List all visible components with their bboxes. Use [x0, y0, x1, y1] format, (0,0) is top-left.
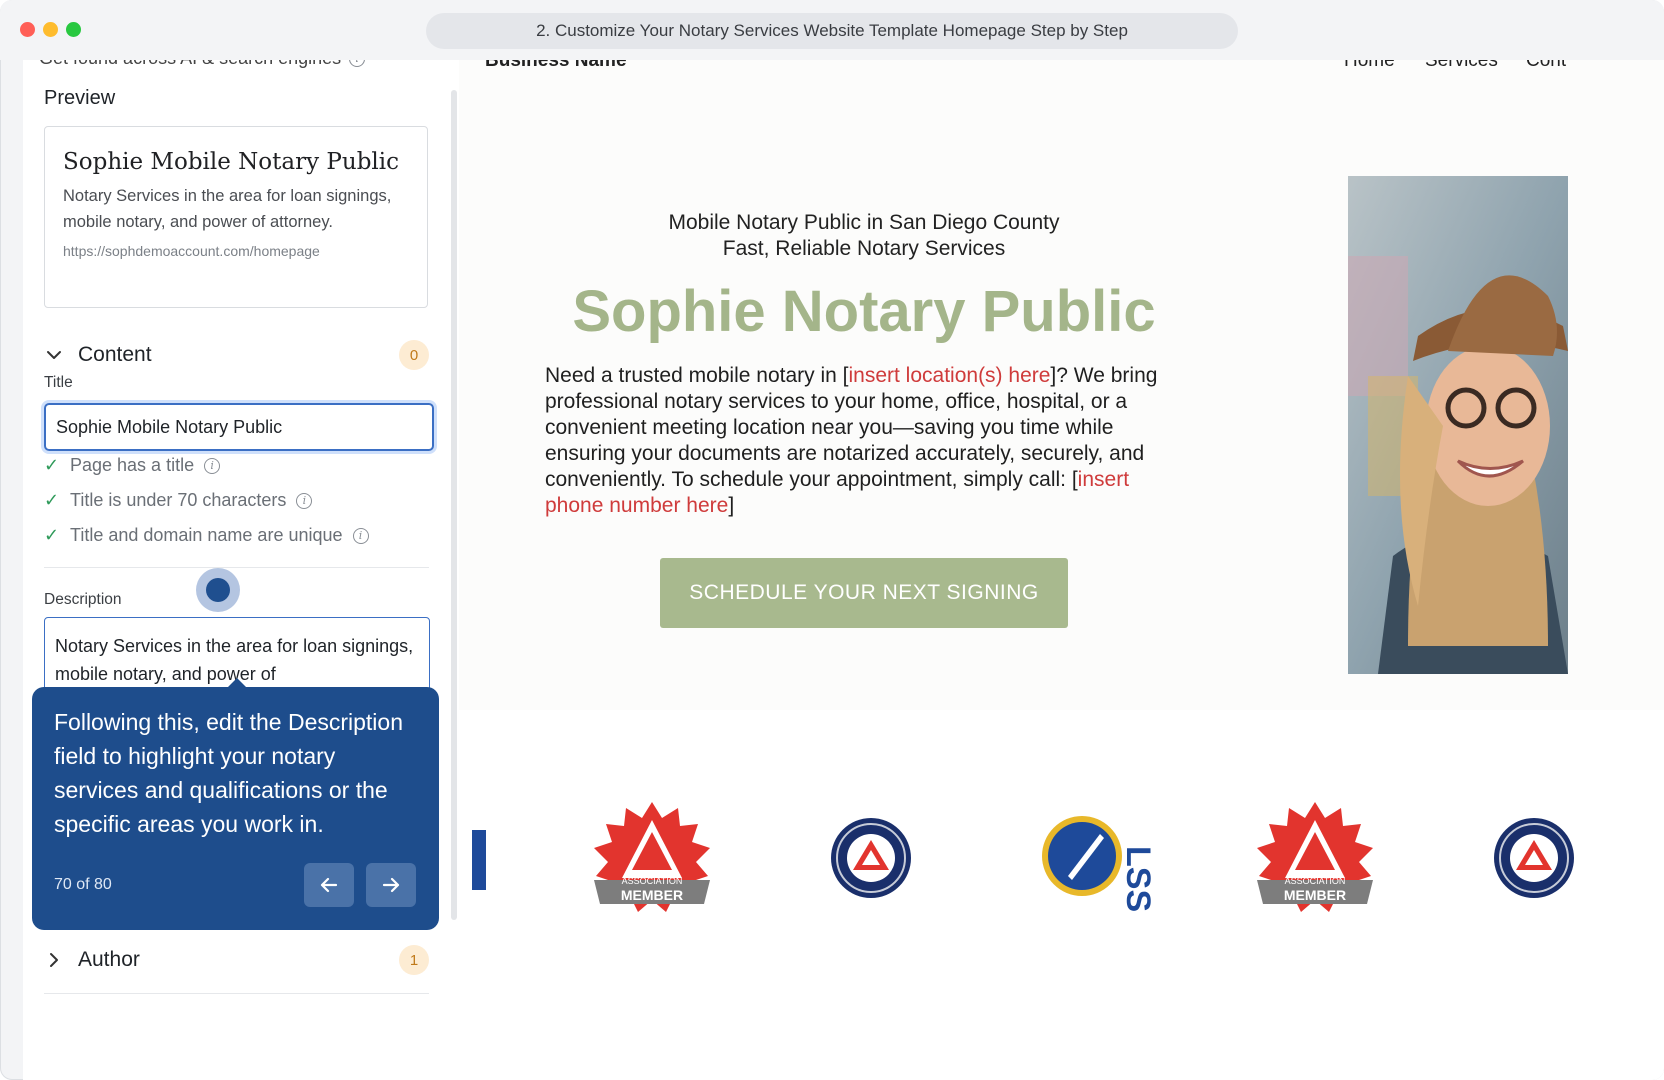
content-issue-badge: 0 — [399, 340, 429, 370]
checkmark-icon: ✓ — [44, 490, 60, 510]
logo-strip: ASSOCIATION MEMBER LSS ASSOCIATION MEMBE… — [472, 802, 1574, 912]
check-label: Title is under 70 characters — [70, 490, 287, 510]
arrow-left-icon — [320, 877, 338, 893]
check-title-unique: ✓ Title and domain name are unique i — [44, 525, 369, 546]
author-section-toggle[interactable]: Author 1 — [44, 940, 429, 980]
section-divider — [44, 567, 429, 568]
title-input[interactable]: Sophie Mobile Notary Public — [44, 403, 434, 451]
app-window: 2. Customize Your Notary Services Websit… — [0, 0, 1664, 1080]
previous-step-button[interactable] — [304, 863, 354, 907]
nav-services[interactable]: Services — [1425, 60, 1498, 72]
portrait-illustration — [1348, 176, 1568, 674]
schedule-signing-button[interactable]: SCHEDULE YOUR NEXT SIGNING — [660, 558, 1068, 628]
certified-signing-agent-icon — [831, 818, 911, 898]
nav-brand[interactable]: Business Name — [485, 60, 627, 72]
preview-url: https://sophdemoaccount.com/homepage — [63, 243, 320, 259]
title-bar: 2. Customize Your Notary Services Websit… — [0, 0, 1664, 60]
check-label: Page has a title — [70, 455, 195, 475]
nna-assoc-text: ASSOCIATION — [1285, 876, 1346, 886]
nna-member-text: MEMBER — [621, 887, 683, 903]
seo-heading-text: Get found across AI & search engines — [39, 60, 341, 69]
chevron-down-icon — [47, 351, 61, 359]
tooltip-text: Following this, edit the Description fie… — [54, 709, 403, 837]
nna-member-text: MEMBER — [1284, 887, 1346, 903]
hero-title: Sophie Notary Public — [572, 279, 1156, 344]
lss-logo-icon: LSS — [1042, 816, 1157, 912]
credential-logos: ASSOCIATION MEMBER LSS ASSOCIATION MEMBE… — [459, 790, 1664, 930]
hero-subtitle-line-1: Mobile Notary Public in San Diego County — [668, 211, 1060, 234]
seo-heading-cut: Get found across AI & search engines i — [39, 60, 366, 69]
hero-subtitle-line-2: Fast, Reliable Notary Services — [722, 237, 1006, 260]
next-step-button[interactable] — [366, 863, 416, 907]
title-field-label: Title — [44, 374, 73, 391]
search-preview-card: Sophie Mobile Notary Public Notary Servi… — [44, 126, 428, 308]
preview-title: Sophie Mobile Notary Public — [63, 149, 400, 175]
arrow-right-icon — [382, 877, 400, 893]
checkmark-icon: ✓ — [44, 455, 60, 475]
check-title-length: ✓ Title is under 70 characters i — [44, 490, 313, 511]
notary-portrait-photo — [1348, 176, 1568, 674]
info-icon[interactable]: i — [204, 457, 221, 474]
preview-description: Notary Services in the area for loan sig… — [63, 187, 392, 231]
body-text: ] — [728, 494, 735, 517]
nna-member-badge-icon: ASSOCIATION MEMBER — [594, 802, 710, 912]
nna-member-badge-icon: ASSOCIATION MEMBER — [1257, 802, 1373, 912]
hero-body: Need a trusted mobile notary in [insert … — [545, 363, 1185, 519]
description-field-label: Description — [44, 591, 122, 608]
lss-text: LSS — [1119, 846, 1157, 912]
info-icon[interactable]: i — [296, 492, 313, 509]
info-icon[interactable]: i — [349, 60, 366, 67]
panel-scrollbar[interactable] — [451, 90, 457, 920]
nav-contact[interactable]: Cont — [1526, 60, 1566, 72]
content-section-toggle[interactable]: Content 0 — [44, 335, 429, 375]
zoom-window-button[interactable] — [66, 22, 81, 37]
body-text: Need a trusted mobile notary in [ — [545, 364, 849, 387]
info-icon[interactable]: i — [352, 527, 369, 544]
hero-subtitle: Mobile Notary Public in San Diego County… — [549, 210, 1179, 262]
checkmark-icon: ✓ — [44, 525, 60, 545]
check-label: Title and domain name are unique — [70, 525, 343, 545]
chevron-right-icon — [50, 953, 58, 967]
check-page-has-title: ✓ Page has a title i — [44, 455, 221, 476]
window-title: 2. Customize Your Notary Services Websit… — [426, 13, 1238, 49]
nna-assoc-text: ASSOCIATION — [622, 876, 683, 886]
nav-home[interactable]: Home — [1344, 60, 1395, 72]
guide-tooltip: Following this, edit the Description fie… — [32, 678, 439, 930]
content-section-label: Content — [78, 343, 152, 366]
certified-signing-agent-icon — [1494, 818, 1574, 898]
author-section-label: Author — [78, 948, 140, 971]
location-placeholder-link[interactable]: insert location(s) here — [849, 364, 1051, 387]
click-indicator — [196, 568, 240, 612]
minimize-window-button[interactable] — [43, 22, 58, 37]
section-divider — [44, 993, 429, 994]
preview-label: Preview — [44, 87, 116, 109]
author-issue-badge: 1 — [399, 945, 429, 975]
step-counter: 70 of 80 — [54, 876, 112, 893]
partial-logo-icon — [472, 830, 486, 890]
website-preview: Business Name Home Services Cont Mobile … — [459, 60, 1664, 1080]
hero-section: Business Name Home Services Cont Mobile … — [459, 60, 1664, 710]
close-window-button[interactable] — [20, 22, 35, 37]
